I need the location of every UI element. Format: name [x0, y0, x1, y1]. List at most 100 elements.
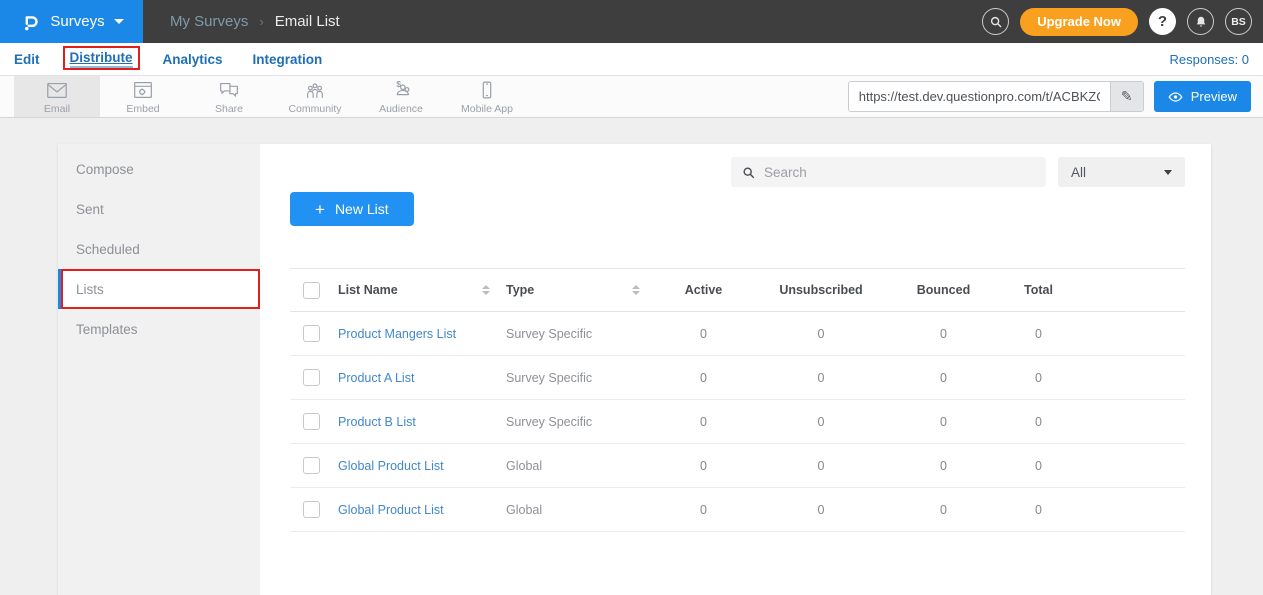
tool-tab-email[interactable]: Email	[14, 76, 100, 117]
sidebar-item-compose[interactable]: Compose	[58, 149, 260, 189]
nav-tab-edit[interactable]: Edit	[14, 52, 40, 67]
survey-nav: Edit Distribute Analytics Integration Re…	[0, 43, 1263, 76]
list-name-link[interactable]: Product A List	[338, 371, 414, 385]
distribute-toolbar: Email Embed Share Community $	[0, 76, 1263, 118]
sidebar-item-sent[interactable]: Sent	[58, 189, 260, 229]
row-checkbox[interactable]	[303, 369, 320, 386]
notifications-button[interactable]	[1187, 8, 1214, 35]
list-name-link[interactable]: Product B List	[338, 415, 416, 429]
product-menu-label: Surveys	[50, 13, 104, 30]
question-mark-icon: ?	[1158, 13, 1167, 30]
sidebar-item-lists[interactable]: Lists	[58, 269, 260, 309]
row-checkbox-cell	[290, 501, 338, 518]
share-icon	[217, 79, 241, 101]
chevron-down-icon	[1164, 170, 1172, 175]
tool-tab-community[interactable]: Community	[272, 76, 358, 117]
avatar-initials: BS	[1231, 16, 1246, 28]
responses-count[interactable]: Responses: 0	[1170, 52, 1250, 67]
preview-button[interactable]: Preview	[1154, 81, 1251, 112]
lists-table: List Name Type Active Unsubscribed Bounc…	[290, 268, 1185, 532]
bounced-count-cell: 0	[891, 459, 996, 473]
upgrade-now-button[interactable]: Upgrade Now	[1020, 8, 1138, 36]
nav-tab-distribute[interactable]: Distribute	[70, 50, 133, 68]
table-body: Product Mangers List Survey Specific 0 0…	[290, 312, 1185, 532]
list-type-cell: Global	[506, 503, 656, 517]
questionpro-logo-icon	[19, 11, 41, 33]
nav-tab-integration[interactable]: Integration	[253, 52, 323, 67]
bounced-count-cell: 0	[891, 503, 996, 517]
sidebar-item-templates[interactable]: Templates	[58, 309, 260, 349]
search-row: All	[290, 157, 1185, 187]
tool-tab-embed[interactable]: Embed	[100, 76, 186, 117]
plus-icon: +	[315, 201, 325, 218]
list-filter-dropdown[interactable]: All	[1058, 157, 1185, 187]
unsubscribed-count-cell: 0	[751, 327, 891, 341]
tool-tab-audience[interactable]: $ Audience	[358, 76, 444, 117]
bounced-count-cell: 0	[891, 371, 996, 385]
list-name-link[interactable]: Product Mangers List	[338, 327, 456, 341]
list-name-link[interactable]: Global Product List	[338, 459, 444, 473]
search-icon	[742, 166, 755, 179]
new-list-label: New List	[335, 201, 389, 217]
row-checkbox[interactable]	[303, 325, 320, 342]
total-count-cell: 0	[996, 459, 1081, 473]
avatar[interactable]: BS	[1225, 8, 1252, 35]
table-row: Product B List Survey Specific 0 0 0 0	[290, 400, 1185, 444]
breadcrumb: My Surveys › Email List	[170, 13, 340, 30]
table-row: Global Product List Global 0 0 0 0	[290, 444, 1185, 488]
list-type-cell: Survey Specific	[506, 371, 656, 385]
tool-tab-mobile-app[interactable]: Mobile App	[444, 76, 530, 117]
breadcrumb-parent[interactable]: My Surveys	[170, 13, 248, 30]
search-input[interactable]	[764, 165, 1035, 180]
tool-tab-label: Share	[215, 103, 243, 115]
sidebar-item-scheduled[interactable]: Scheduled	[58, 229, 260, 269]
total-count-cell: 0	[996, 327, 1081, 341]
row-checkbox-cell	[290, 457, 338, 474]
active-count-cell: 0	[656, 371, 751, 385]
nav-tab-analytics[interactable]: Analytics	[163, 52, 223, 67]
bell-icon	[1194, 15, 1208, 29]
total-count-cell: 0	[996, 415, 1081, 429]
breadcrumb-separator-icon: ›	[259, 14, 263, 29]
header-checkbox-cell	[290, 282, 338, 299]
column-header-total: Total	[996, 283, 1081, 297]
email-sidebar: Compose Sent Scheduled Lists Templates	[58, 144, 260, 595]
row-checkbox-cell	[290, 325, 338, 342]
row-checkbox[interactable]	[303, 413, 320, 430]
audience-icon: $	[389, 79, 413, 101]
list-name-link[interactable]: Global Product List	[338, 503, 444, 517]
row-checkbox[interactable]	[303, 501, 320, 518]
survey-url-input[interactable]	[849, 82, 1110, 111]
sort-icon[interactable]	[632, 285, 640, 295]
search-button[interactable]	[982, 8, 1009, 35]
select-all-checkbox[interactable]	[303, 282, 320, 299]
table-row: Global Product List Global 0 0 0 0	[290, 488, 1185, 532]
tool-tab-label: Embed	[126, 103, 159, 115]
chevron-down-icon	[114, 19, 124, 24]
new-list-button[interactable]: + New List	[290, 192, 414, 226]
email-lists-card: Compose Sent Scheduled Lists Templates A…	[58, 144, 1211, 595]
unsubscribed-count-cell: 0	[751, 415, 891, 429]
column-header-list-name[interactable]: List Name	[338, 283, 506, 297]
row-checkbox[interactable]	[303, 457, 320, 474]
header-actions: Upgrade Now ? BS	[982, 8, 1263, 36]
column-label: List Name	[338, 283, 398, 297]
active-count-cell: 0	[656, 459, 751, 473]
tool-tab-share[interactable]: Share	[186, 76, 272, 117]
product-menu[interactable]: Surveys	[0, 0, 143, 43]
table-header-row: List Name Type Active Unsubscribed Bounc…	[290, 268, 1185, 312]
edit-url-button[interactable]: ✎	[1110, 82, 1143, 111]
column-label: Type	[506, 283, 534, 297]
tool-tab-label: Audience	[379, 103, 423, 115]
column-header-unsubscribed: Unsubscribed	[751, 283, 891, 297]
sort-icon[interactable]	[482, 285, 490, 295]
tool-tab-label: Community	[288, 103, 341, 115]
help-button[interactable]: ?	[1149, 8, 1176, 35]
column-header-type[interactable]: Type	[506, 283, 656, 297]
page-content: Compose Sent Scheduled Lists Templates A…	[0, 118, 1263, 595]
list-type-cell: Global	[506, 459, 656, 473]
search-icon	[989, 15, 1003, 29]
active-count-cell: 0	[656, 327, 751, 341]
bounced-count-cell: 0	[891, 327, 996, 341]
email-icon	[45, 79, 69, 101]
